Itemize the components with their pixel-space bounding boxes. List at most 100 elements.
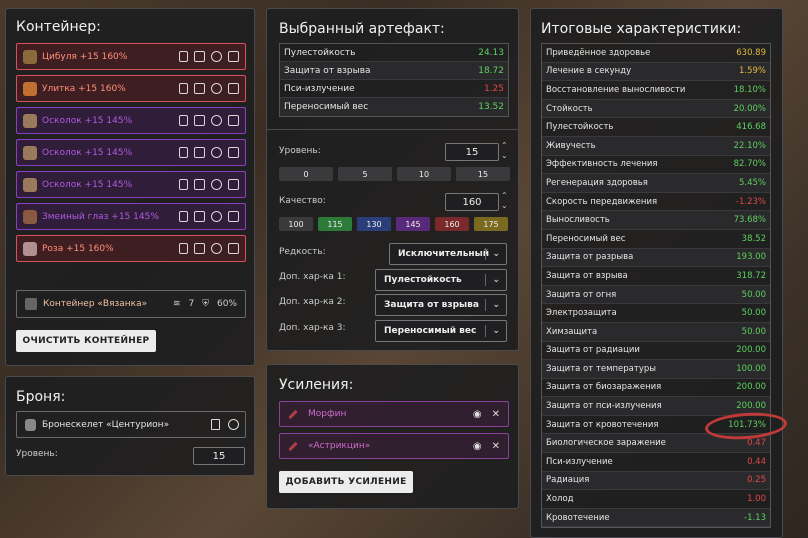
- level-preset-button[interactable]: 0: [279, 167, 333, 181]
- extra1-select[interactable]: Пулестойкость ⌄: [375, 269, 507, 291]
- artifact-slot[interactable]: Улитка +15 160%: [16, 75, 246, 102]
- total-stat-name: Переносимый вес: [546, 233, 626, 244]
- chevron-down-icon: ⌄: [492, 300, 500, 310]
- total-stat-name: Радиация: [546, 475, 590, 486]
- eye-icon[interactable]: ◉: [473, 409, 482, 420]
- level-preset-button[interactable]: 15: [456, 167, 510, 181]
- artifact-slot[interactable]: Цибуля +15 160%: [16, 43, 246, 70]
- total-stat-name: Эффективность лечения: [546, 159, 658, 170]
- syringe-icon: [288, 441, 298, 451]
- container-item[interactable]: Контейнер «Вязанка» ≋ 7 ⛨ 60%: [16, 290, 246, 318]
- copy-icon[interactable]: [194, 115, 205, 126]
- close-icon[interactable]: ✕: [492, 409, 500, 420]
- total-stat-row: Переносимый вес 38.52: [542, 230, 770, 249]
- add-boost-button[interactable]: ДОБАВИТЬ УСИЛЕНИЕ: [279, 471, 413, 493]
- refresh-icon[interactable]: [211, 147, 222, 158]
- refresh-icon[interactable]: [211, 51, 222, 62]
- artifact-slot[interactable]: Осколок +15 145%: [16, 171, 246, 198]
- quality-input[interactable]: 160: [445, 193, 499, 211]
- copy-icon[interactable]: [194, 147, 205, 158]
- armor-item[interactable]: Бронескелет «Центурион»: [16, 411, 246, 438]
- refresh-icon[interactable]: [211, 243, 222, 254]
- total-stat-row: Защита от взрыва 318.72: [542, 267, 770, 286]
- artifact-level-input[interactable]: 15: [445, 143, 499, 161]
- extra2-select[interactable]: Защита от взрыва ⌄: [375, 294, 507, 316]
- copy-icon[interactable]: [194, 83, 205, 94]
- artifact-stat-row: Пси-излучение 1.25: [280, 80, 508, 98]
- refresh-icon[interactable]: [228, 419, 239, 430]
- download-icon[interactable]: [228, 51, 239, 62]
- rarity-select[interactable]: Исключительный ⌄: [389, 243, 507, 265]
- download-icon[interactable]: [228, 243, 239, 254]
- quality-preset-button[interactable]: 115: [318, 217, 352, 231]
- clear-container-button[interactable]: ОЧИСТИТЬ КОНТЕЙНЕР: [16, 330, 156, 352]
- close-icon[interactable]: ✕: [492, 441, 500, 452]
- stat-name: Переносимый вес: [284, 102, 369, 112]
- total-stat-value: 82.70%: [733, 159, 766, 170]
- copy-icon[interactable]: [194, 211, 205, 222]
- artifact-icon: [23, 145, 37, 160]
- rarity-label: Редкость:: [279, 247, 326, 257]
- trash-icon[interactable]: [179, 147, 188, 158]
- trash-icon[interactable]: [179, 179, 188, 190]
- refresh-icon[interactable]: [211, 115, 222, 126]
- download-icon[interactable]: [228, 211, 239, 222]
- quality-preset-button[interactable]: 130: [357, 217, 391, 231]
- eye-icon[interactable]: ◉: [473, 441, 482, 452]
- refresh-icon[interactable]: [211, 211, 222, 222]
- quality-preset-button[interactable]: 175: [474, 217, 508, 231]
- trash-icon[interactable]: [179, 211, 188, 222]
- level-preset-button[interactable]: 10: [397, 167, 451, 181]
- artifact-slot[interactable]: Змеиный глаз +15 145%: [16, 203, 246, 230]
- level-preset-button[interactable]: 5: [338, 167, 392, 181]
- total-stat-name: Защита от температуры: [546, 363, 656, 374]
- total-stat-row: Кровотечение -1.13: [542, 508, 770, 528]
- refresh-icon[interactable]: [211, 83, 222, 94]
- armor-level-input[interactable]: 15: [193, 447, 245, 465]
- boost-slot[interactable]: Морфин ◉ ✕: [279, 401, 509, 427]
- total-stat-name: Живучесть: [546, 140, 596, 151]
- trash-icon[interactable]: [211, 419, 220, 430]
- container-capacity: 7: [188, 299, 195, 309]
- total-stat-name: Защита от пси-излучения: [546, 401, 662, 412]
- boost-label: «Астрикцин»: [308, 441, 371, 451]
- trash-icon[interactable]: [179, 83, 188, 94]
- download-icon[interactable]: [228, 83, 239, 94]
- total-stat-value: 73.68%: [733, 215, 766, 226]
- copy-icon[interactable]: [194, 51, 205, 62]
- extra2-label: Доп. хар-ка 2:: [279, 297, 346, 307]
- download-icon[interactable]: [228, 115, 239, 126]
- quality-label: Качество:: [279, 196, 326, 206]
- total-stat-row: Холод 1.00: [542, 490, 770, 509]
- artifact-slot[interactable]: Осколок +15 145%: [16, 107, 246, 134]
- quality-preset-button[interactable]: 145: [396, 217, 430, 231]
- copy-icon[interactable]: [194, 179, 205, 190]
- stat-value: 1.25: [483, 83, 504, 94]
- total-stat-row: Электрозащита 50.00: [542, 304, 770, 323]
- quality-stepper-icon[interactable]: ⌃ ⌄: [501, 191, 508, 211]
- artifact-slot[interactable]: Роза +15 160%: [16, 235, 246, 262]
- total-stat-name: Регенерация здоровья: [546, 177, 648, 188]
- total-stat-row: Защита от огня 50.00: [542, 285, 770, 305]
- trash-icon[interactable]: [179, 243, 188, 254]
- download-icon[interactable]: [228, 147, 239, 158]
- boost-slot[interactable]: «Астрикцин» ◉ ✕: [279, 433, 509, 459]
- download-icon[interactable]: [228, 179, 239, 190]
- artifact-slot-label: Осколок +15 145%: [42, 147, 133, 158]
- total-stat-name: Химзащита: [546, 326, 598, 337]
- quality-preset-button[interactable]: 100: [279, 217, 313, 231]
- artifact-slot[interactable]: Осколок +15 145%: [16, 139, 246, 166]
- total-stat-value: 0.44: [747, 456, 766, 467]
- trash-icon[interactable]: [179, 51, 188, 62]
- refresh-icon[interactable]: [211, 179, 222, 190]
- quality-preset-button[interactable]: 160: [435, 217, 469, 231]
- stat-value: 18.72: [478, 65, 504, 76]
- level-stepper-icon[interactable]: ⌃ ⌄: [501, 141, 508, 161]
- total-stat-name: Защита от разрыва: [546, 252, 634, 263]
- trash-icon[interactable]: [179, 115, 188, 126]
- total-stat-name: Защита от взрыва: [546, 270, 628, 281]
- copy-icon[interactable]: [194, 243, 205, 254]
- extra1-label: Доп. хар-ка 1:: [279, 272, 346, 282]
- extra3-select[interactable]: Переносимый вес ⌄: [375, 320, 507, 342]
- total-stat-name: Холод: [546, 494, 574, 505]
